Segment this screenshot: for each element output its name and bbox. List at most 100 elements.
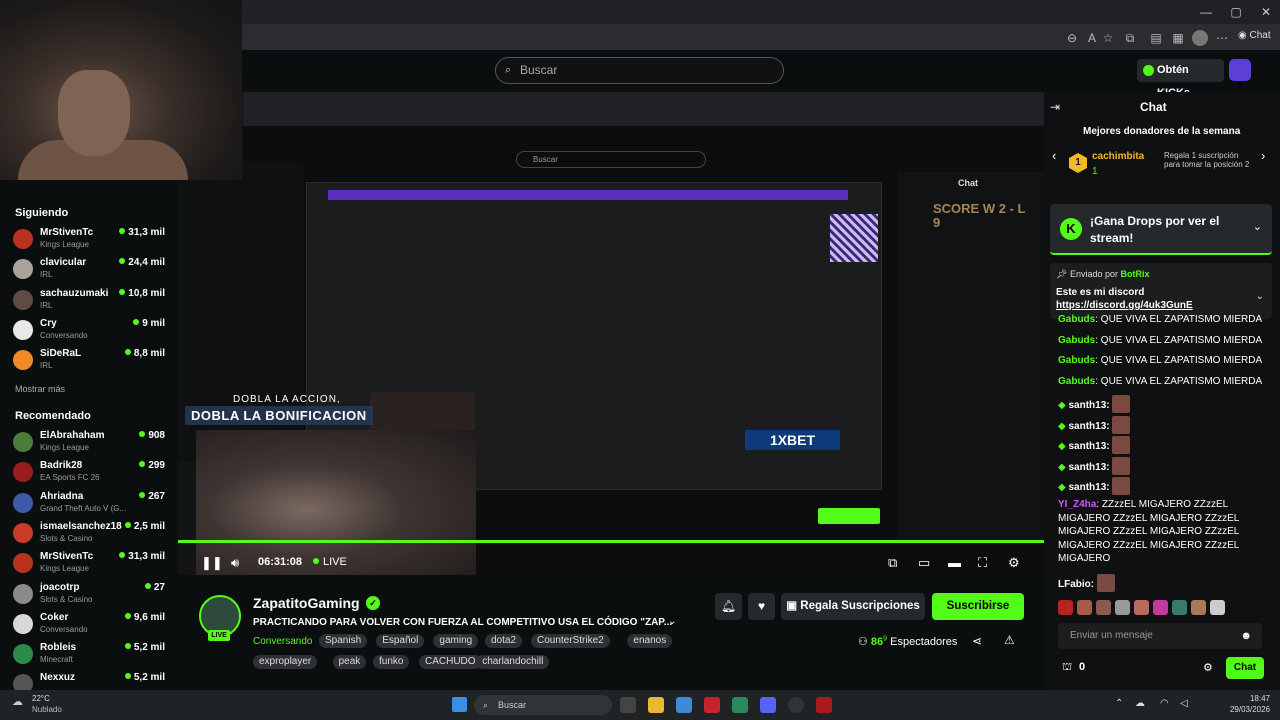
volume-tray-icon[interactable]: ◁ <box>1180 698 1188 709</box>
chat-username[interactable]: santh13: <box>1068 421 1109 432</box>
discord-icon[interactable] <box>760 697 776 713</box>
chevron-left-icon[interactable]: ‹ <box>1052 148 1056 163</box>
split-screen-icon[interactable]: ▤ <box>1148 30 1164 46</box>
task-view-icon[interactable] <box>620 697 636 713</box>
app-icon-red[interactable] <box>704 697 720 713</box>
dota-icon[interactable] <box>816 697 832 713</box>
wifi-icon[interactable]: ◠ <box>1160 698 1169 709</box>
user-avatar[interactable] <box>1229 59 1251 81</box>
sidebar-channel[interactable]: sachauzumaki IRL 10,8 mil <box>13 286 173 314</box>
stream-tag[interactable]: funko <box>373 655 410 669</box>
emoji-icon[interactable]: ☻ <box>1240 623 1252 649</box>
mini-player-icon[interactable]: ⧉ <box>888 555 897 571</box>
drops-banner[interactable]: K ¡Gana Drops por ver el stream! ⌄ <box>1050 204 1272 255</box>
donor-name[interactable]: cachimbita <box>1092 151 1144 162</box>
chat-username[interactable]: Gabuds <box>1058 335 1095 346</box>
stream-tag[interactable]: enanos <box>627 634 673 648</box>
emote-bar[interactable] <box>1058 600 1268 618</box>
edge-browser-icon[interactable] <box>732 697 748 713</box>
stream-tag[interactable]: CounterStrike2 <box>531 634 610 648</box>
chat-username[interactable]: Gabuds <box>1058 376 1095 387</box>
sidebar-channel[interactable]: MrStivenTc Kings League 31,3 mil <box>13 549 173 577</box>
chat-message-input[interactable]: Enviar un mensaje ☻ <box>1058 623 1262 649</box>
sidebar-channel[interactable]: SiDeRaL IRL 8,8 mil <box>13 346 173 374</box>
profile-icon[interactable] <box>1192 30 1208 46</box>
show-more-link[interactable]: Mostrar más <box>15 384 65 394</box>
follow-heart-button[interactable]: ♥ <box>748 593 775 620</box>
stream-tag[interactable]: Spanish <box>319 634 368 648</box>
search-input[interactable]: ⌕ Buscar <box>495 57 784 84</box>
weather-temp[interactable]: 22°C <box>32 694 50 703</box>
sidebar-channel[interactable]: Robleis Minecraft 5,2 mil <box>13 640 173 668</box>
fullscreen-icon[interactable]: ⛶ <box>978 555 987 571</box>
more-options-icon[interactable]: ⋯ <box>1214 30 1230 46</box>
chat-username[interactable]: Gabuds <box>1058 355 1095 366</box>
chat-send-button[interactable]: Chat <box>1226 657 1264 679</box>
sidebar-channel[interactable]: Ahriadna Grand Theft Auto V (G... 267 <box>13 489 173 517</box>
system-tray-chevron-icon[interactable]: ⌃ <box>1115 698 1123 709</box>
chat-username[interactable]: santh13: <box>1068 441 1109 452</box>
share-icon[interactable]: ⋖ <box>972 634 982 648</box>
stream-tag[interactable]: CACHUDO <box>419 655 482 669</box>
sidebar-channel[interactable]: Badrik28 EA Sports FC 26 299 <box>13 458 173 486</box>
close-window-button[interactable]: ✕ <box>1256 4 1276 20</box>
chat-username[interactable]: santh13: <box>1068 482 1109 493</box>
chat-username[interactable]: santh13: <box>1068 400 1109 411</box>
clock-time[interactable]: 18:47 <box>1222 694 1270 703</box>
sidebar-channel[interactable]: ElAbrahaham Kings League 908 <box>13 428 173 456</box>
streamer-name[interactable]: ZapatitoGaming <box>253 595 360 611</box>
pause-icon[interactable]: ❚❚ <box>201 555 223 571</box>
sidebar-channel[interactable]: MrStivenTc Kings League 31,3 mil <box>13 225 173 253</box>
windows-start-icon[interactable] <box>452 697 467 712</box>
read-aloud-icon[interactable]: A <box>1084 30 1100 46</box>
settings-icon[interactable]: ⚙ <box>1008 555 1020 571</box>
stream-tag[interactable]: exproplayer <box>253 655 318 669</box>
taskbar-search[interactable]: ⌕ Buscar <box>474 695 612 715</box>
chat-username[interactable]: YI_Z4ha <box>1058 499 1096 510</box>
video-player[interactable]: Buscar Chat SCORE W 2 - L 9 1XBET DOBLA … <box>178 92 1044 575</box>
stream-tag[interactable]: peak <box>332 655 367 669</box>
chevron-down-icon[interactable]: ⌄ <box>1256 291 1264 302</box>
kicks-wallet-icon[interactable]: ⛫ <box>1062 661 1072 675</box>
clip-icon[interactable]: ▭ <box>918 555 930 571</box>
copilot-chat-button[interactable]: ◉ Chat <box>1238 30 1272 46</box>
sidebar-channel[interactable]: clavicular IRL 24,4 mil <box>13 255 173 283</box>
chat-username[interactable]: santh13: <box>1068 462 1109 473</box>
zoom-icon[interactable]: ⊖ <box>1064 30 1080 46</box>
stream-tag[interactable]: gaming <box>433 634 479 648</box>
chevron-right-icon[interactable]: › <box>1261 148 1265 163</box>
sidebar-channel[interactable]: Cry Conversando 9 mil <box>13 316 173 344</box>
sidebar-channel[interactable]: Coker Conversando 9,6 mil <box>13 610 173 638</box>
onedrive-icon[interactable]: ☁ <box>1135 698 1145 709</box>
stream-category[interactable]: Conversando <box>253 636 312 647</box>
chevron-down-icon[interactable]: ⌄ <box>1253 220 1262 233</box>
sidebar-channel[interactable]: joacotrp Slots & Casino 27 <box>13 580 173 608</box>
obs-icon[interactable] <box>788 697 804 713</box>
favorite-icon[interactable]: ☆ <box>1100 30 1116 46</box>
stream-tag[interactable]: Español <box>376 634 425 648</box>
theater-mode-icon[interactable]: ▬ <box>948 555 961 571</box>
get-kicks-button[interactable]: Obtén KICKs <box>1137 59 1224 99</box>
chat-username[interactable]: Gabuds <box>1058 314 1095 325</box>
volume-icon[interactable]: 🔊︎ <box>231 555 239 571</box>
collections-icon[interactable]: ▦ <box>1170 30 1186 46</box>
chevron-down-icon[interactable]: ⌄ <box>668 616 676 627</box>
weather-icon[interactable]: ☁ <box>12 695 23 708</box>
collapse-chat-icon[interactable]: ⇥ <box>1050 100 1060 114</box>
pinned-link[interactable]: https://discord.gg/4uk3GunE <box>1056 300 1193 311</box>
report-icon[interactable]: ⚠ <box>1004 633 1015 647</box>
extensions-icon[interactable]: ⧉ <box>1122 30 1138 46</box>
minimize-button[interactable]: — <box>1196 4 1216 20</box>
subscribe-button[interactable]: Suscribirse <box>932 593 1024 620</box>
gift-subscriptions-button[interactable]: ▣ Regala Suscripciones <box>781 593 925 620</box>
notification-bell-button[interactable]: 🔔︎ <box>715 593 742 620</box>
chat-settings-icon[interactable]: ⚙ <box>1203 661 1213 674</box>
live-indicator[interactable]: LIVE <box>313 556 347 568</box>
stream-tag[interactable]: dota2 <box>485 634 523 648</box>
sidebar-channel[interactable]: ismaelsanchez18 Slots & Casino 2,5 mil <box>13 519 173 547</box>
stream-tag[interactable]: charlandochill <box>476 655 550 669</box>
chat-username[interactable]: LFabio: <box>1058 579 1094 590</box>
file-explorer-icon[interactable] <box>648 697 664 713</box>
video-progress-bar[interactable] <box>178 540 1044 543</box>
copilot-icon[interactable] <box>676 697 692 713</box>
